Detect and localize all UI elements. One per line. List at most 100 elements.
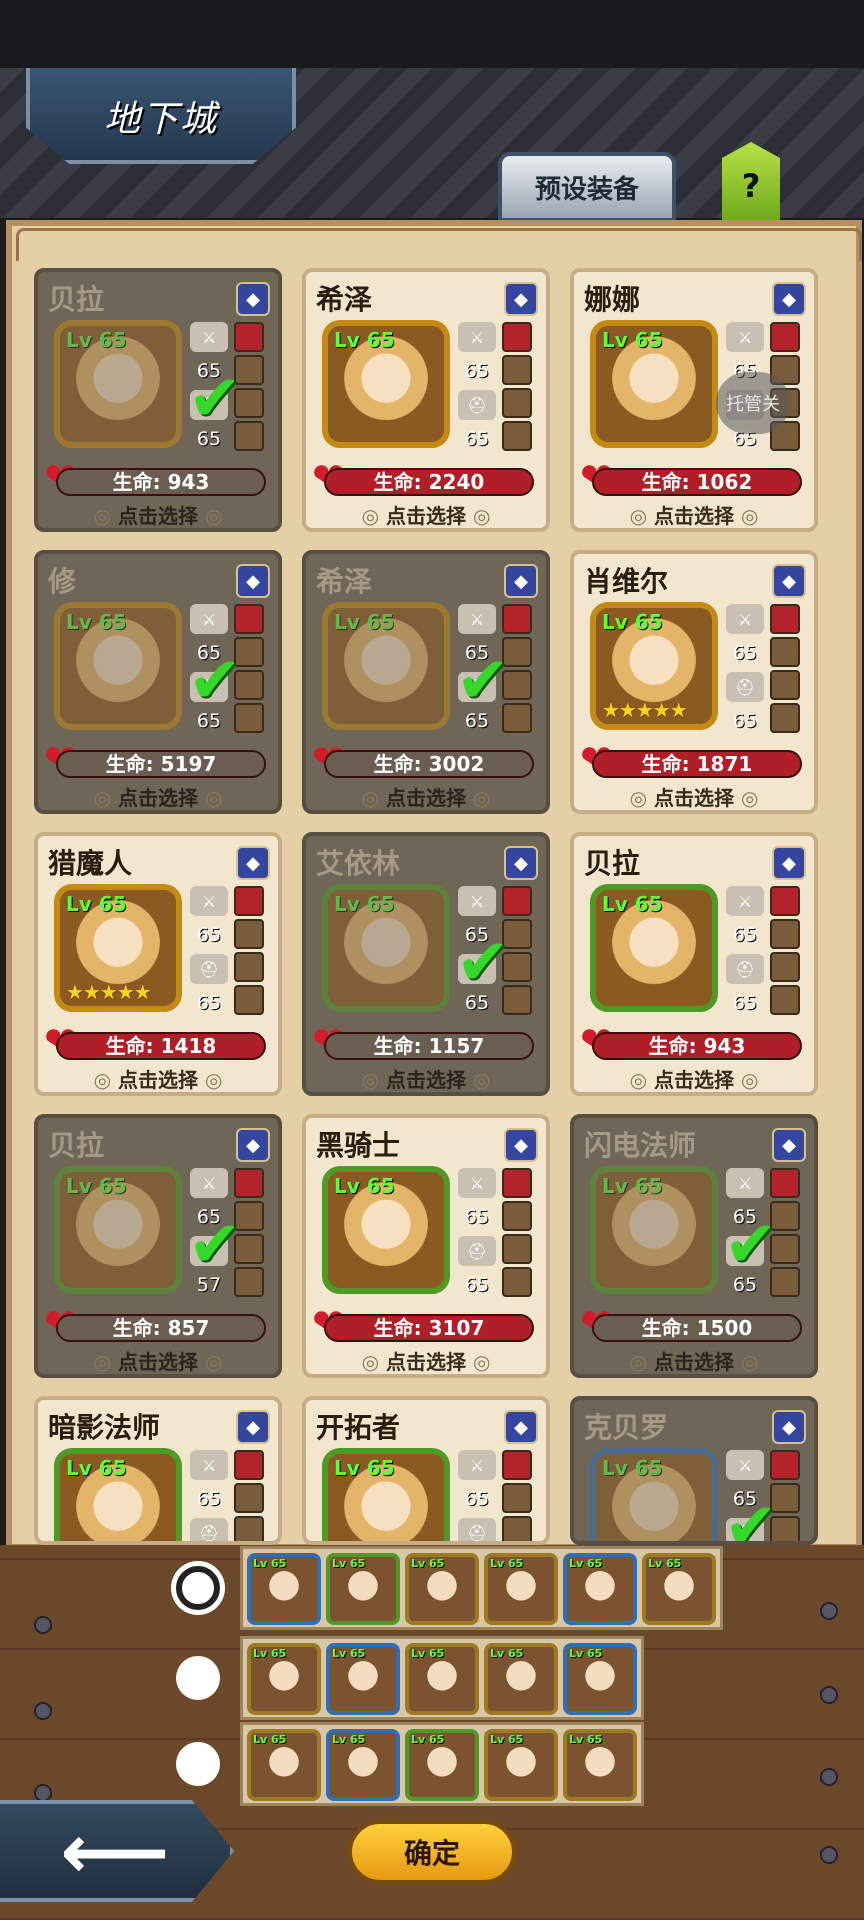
hero-portrait: Lv 65 ★★★★★ xyxy=(54,884,182,1012)
confirm-button[interactable]: 确定 xyxy=(348,1820,516,1884)
team-hero-avatar[interactable]: Lv 65 xyxy=(405,1553,479,1625)
bolt-decoration xyxy=(34,1702,52,1720)
equip-slot xyxy=(770,703,800,733)
hero-card[interactable]: 贝拉◆Lv 65⚔65⛑65❤生命: 943点击选择✔ xyxy=(34,268,282,532)
helmet-icon: ⛑ xyxy=(726,954,764,984)
hero-card[interactable]: 猎魔人◆Lv 65★★★★★⚔65⛑65❤生命: 1418点击选择 xyxy=(34,832,282,1096)
hero-name: 克贝罗 xyxy=(584,1411,669,1444)
hp-label: 生命: xyxy=(641,470,697,494)
team-hero-avatar[interactable]: Lv 65 xyxy=(247,1729,321,1801)
hero-portrait: Lv 65 xyxy=(54,1166,182,1294)
equip-slot xyxy=(770,322,800,352)
team-row[interactable]: Lv 65 Lv 65 Lv 65 Lv 65 Lv 65 Lv 65 xyxy=(240,1546,723,1630)
hero-name: 修 xyxy=(48,565,77,598)
team-hero-level: Lv 65 xyxy=(648,1557,682,1570)
team-hero-avatar[interactable]: Lv 65 xyxy=(484,1643,558,1715)
hero-portrait: Lv 65 xyxy=(322,602,450,730)
hp-label: 生命: xyxy=(373,470,429,494)
equip-slot xyxy=(234,919,264,949)
hero-card[interactable]: 希泽◆Lv 65⚔65⛑65❤生命: 2240点击选择 xyxy=(302,268,550,532)
hp-value: 943 xyxy=(167,470,210,494)
hero-card[interactable]: 肖维尔◆Lv 65★★★★★⚔65⛑65❤生命: 1871点击选择 xyxy=(570,550,818,814)
equip-slot xyxy=(502,421,532,451)
equip-slot xyxy=(234,952,264,982)
equip-slot xyxy=(502,1450,532,1480)
team-hero-avatar[interactable]: Lv 65 xyxy=(484,1729,558,1801)
sword-icon: ⚔ xyxy=(190,1168,228,1198)
hero-card[interactable]: 暗影法师◆Lv 65⚔65⛑❤生命: 点击选择 xyxy=(34,1396,282,1545)
team-hero-avatar[interactable]: Lv 65 xyxy=(405,1643,479,1715)
team-hero-avatar[interactable]: Lv 65 xyxy=(326,1643,400,1715)
helmet-icon: ⛑ xyxy=(458,390,496,420)
hero-card[interactable]: 修◆Lv 65⚔65⛑65❤生命: 5197点击选择✔ xyxy=(34,550,282,814)
hero-level: Lv 65 xyxy=(602,1174,663,1198)
equipment-slots xyxy=(234,886,268,1018)
hero-name: 希泽 xyxy=(316,283,373,316)
hero-card[interactable]: 开拓者◆Lv 65⚔65⛑❤生命: 点击选择 xyxy=(302,1396,550,1545)
hero-card[interactable]: 克贝罗◆Lv 65⚔65⛑❤生命: 点击选择✔ xyxy=(570,1396,818,1545)
team-radio[interactable] xyxy=(176,1566,220,1610)
hero-card[interactable]: 黑骑士◆Lv 65⚔65⛑65❤生命: 3107点击选择 xyxy=(302,1114,550,1378)
weapon-level: 65 xyxy=(196,1488,222,1510)
team-hero-avatar[interactable]: Lv 65 xyxy=(326,1729,400,1801)
hero-portrait: Lv 65 xyxy=(322,1448,450,1541)
team-hero-avatar[interactable]: Lv 65 xyxy=(484,1553,558,1625)
hero-level: Lv 65 xyxy=(334,610,395,634)
equip-slot xyxy=(502,1516,532,1541)
back-button[interactable]: ⟵ xyxy=(0,1800,234,1902)
team-radio[interactable] xyxy=(176,1742,220,1786)
star-rating: ★★★★★ xyxy=(602,698,688,722)
armor-level: 65 xyxy=(732,992,758,1014)
hero-card[interactable]: 贝拉◆Lv 65⚔65⛑57❤生命: 857点击选择✔ xyxy=(34,1114,282,1378)
weapon-level: 65 xyxy=(196,924,222,946)
hero-name: 肖维尔 xyxy=(584,565,669,598)
equip-slot xyxy=(770,919,800,949)
hp-value: 3107 xyxy=(428,1316,485,1340)
hero-card[interactable]: 贝拉◆Lv 65⚔65⛑65❤生命: 943点击选择 xyxy=(570,832,818,1096)
armor-level: 65 xyxy=(464,1274,490,1296)
weapon-level: 65 xyxy=(732,642,758,664)
hero-level: Lv 65 xyxy=(66,1456,127,1480)
armor-level: 65 xyxy=(732,710,758,732)
team-hero-avatar[interactable]: Lv 65 xyxy=(563,1553,637,1625)
help-button[interactable]: ? xyxy=(722,142,780,222)
auto-toggle-button[interactable]: 托管关 xyxy=(716,372,790,434)
team-hero-avatar[interactable]: Lv 65 xyxy=(642,1553,716,1625)
hero-card[interactable]: 希泽◆Lv 65⚔65⛑65❤生命: 3002点击选择✔ xyxy=(302,550,550,814)
equip-slot xyxy=(502,322,532,352)
helmet-icon: ⛑ xyxy=(190,954,228,984)
bolt-decoration xyxy=(820,1846,838,1864)
team-row[interactable]: Lv 65 Lv 65 Lv 65 Lv 65 Lv 65 xyxy=(240,1636,644,1720)
team-hero-avatar[interactable]: Lv 65 xyxy=(326,1553,400,1625)
team-hero-avatar[interactable]: Lv 65 xyxy=(563,1643,637,1715)
element-gem-icon: ◆ xyxy=(772,1410,806,1444)
sword-icon: ⚔ xyxy=(726,1450,764,1480)
hp-value: 1062 xyxy=(696,470,753,494)
hero-card[interactable]: 闪电法师◆Lv 65⚔65⛑65❤生命: 1500点击选择✔ xyxy=(570,1114,818,1378)
team-hero-avatar[interactable]: Lv 65 xyxy=(247,1553,321,1625)
preset-equipment-tab[interactable]: 预设装备 xyxy=(498,152,676,222)
team-hero-avatar[interactable]: Lv 65 xyxy=(247,1643,321,1715)
hp-label: 生命: xyxy=(112,470,168,494)
weapon-level: 65 xyxy=(464,1206,490,1228)
weapon-level: 65 xyxy=(732,924,758,946)
sword-icon: ⚔ xyxy=(458,604,496,634)
hero-name: 贝拉 xyxy=(584,847,641,880)
equip-slot xyxy=(502,355,532,385)
team-row[interactable]: Lv 65 Lv 65 Lv 65 Lv 65 Lv 65 xyxy=(240,1722,644,1806)
team-radio[interactable] xyxy=(176,1656,220,1700)
team-hero-avatar[interactable]: Lv 65 xyxy=(563,1729,637,1801)
hero-card[interactable]: 艾依林◆Lv 65⚔65⛑65❤生命: 1157点击选择✔ xyxy=(302,832,550,1096)
hp-label: 生命: xyxy=(373,1316,429,1340)
team-hero-level: Lv 65 xyxy=(569,1733,603,1746)
element-gem-icon: ◆ xyxy=(504,1128,538,1162)
select-prompt: 点击选择 xyxy=(38,782,278,810)
helmet-icon: ⛑ xyxy=(458,1236,496,1266)
sword-icon: ⚔ xyxy=(458,322,496,352)
hp-bar: 生命: 1500 xyxy=(592,1314,802,1342)
hp-bar: 生命: 5197 xyxy=(56,750,266,778)
team-hero-avatar[interactable]: Lv 65 xyxy=(405,1729,479,1801)
armor-level: 65 xyxy=(196,992,222,1014)
team-hero-level: Lv 65 xyxy=(569,1557,603,1570)
hp-label: 生命: xyxy=(112,1316,168,1340)
